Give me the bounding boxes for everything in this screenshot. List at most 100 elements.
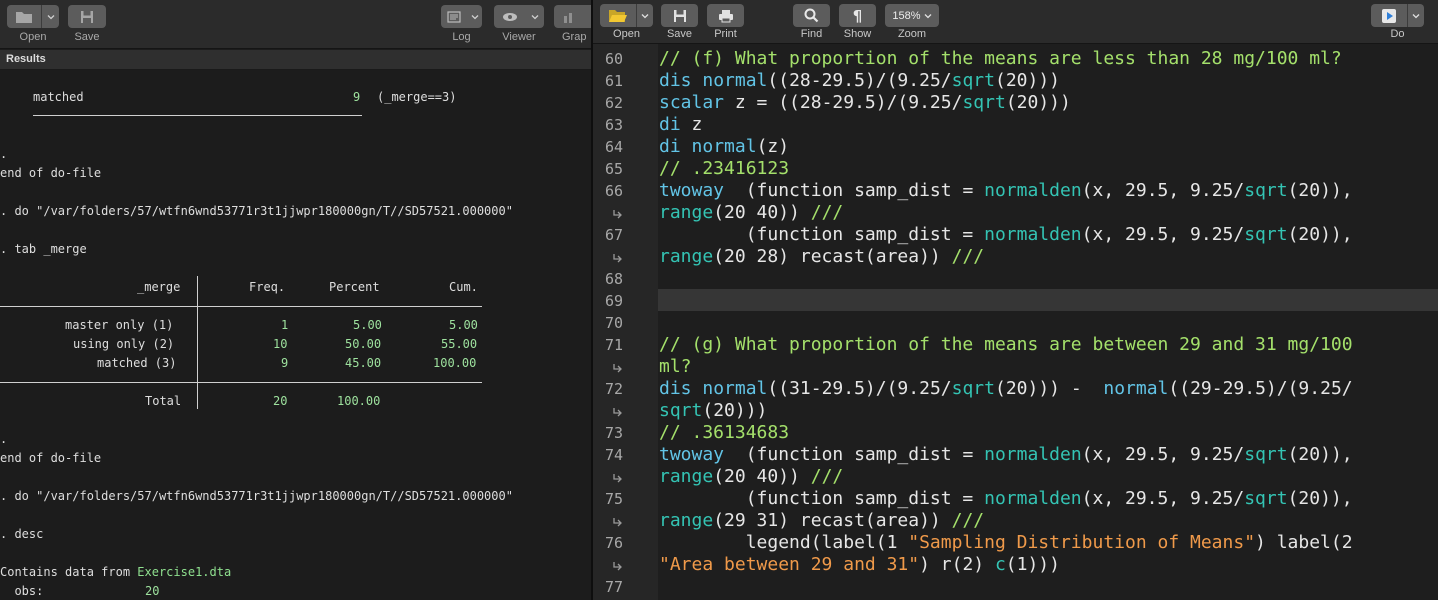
row-cum: 5.00: [449, 318, 478, 332]
line-number: 62: [604, 94, 623, 112]
row-freq: 1: [281, 318, 289, 332]
code-line[interactable]: twoway (function samp_dist = normalden(x…: [659, 444, 1353, 466]
code-line-wrap[interactable]: ml?: [659, 356, 692, 378]
zoom-value: 158%: [892, 9, 921, 22]
code-line-wrap[interactable]: "Area between 29 and 31") r(2) c(1))): [659, 554, 1060, 576]
open-button[interactable]: [7, 5, 59, 28]
output-dot: .: [0, 147, 8, 161]
bar-chart-icon: [554, 5, 584, 28]
code-line-wrap[interactable]: range(20 40)) ///: [659, 202, 843, 224]
line-number: 74: [604, 446, 623, 464]
run-dofile-icon: [1371, 4, 1407, 27]
viewer-button[interactable]: [494, 5, 544, 28]
floppy-disk-icon: [661, 4, 698, 27]
table-rule: [0, 306, 482, 307]
results-title: Results: [6, 53, 46, 65]
code-line[interactable]: dis normal((31-29.5)/(9.25/sqrt(20))) - …: [659, 378, 1353, 400]
do-command-line: . do "/var/folders/57/wtfn6wnd53771r3t1j…: [0, 489, 513, 503]
code-line[interactable]: (function samp_dist = normalden(x, 29.5,…: [659, 224, 1353, 246]
row-percent: 45.00: [345, 356, 382, 370]
editor-save-button[interactable]: [661, 4, 698, 27]
merge-matched-label: matched: [33, 90, 84, 104]
chevron-down-icon[interactable]: [467, 5, 482, 28]
line-number: 63: [604, 116, 623, 134]
find-button[interactable]: [793, 4, 830, 27]
line-number: 75: [604, 490, 623, 508]
end-of-dofile-text: end of do-file: [0, 451, 102, 465]
merge-matched-count: 9: [353, 90, 361, 104]
zoom-select[interactable]: 158%: [885, 4, 939, 27]
open-label: Open: [19, 31, 47, 43]
row-cum: 100.00: [433, 356, 477, 370]
code-line[interactable]: legend(label(1 "Sampling Distribution of…: [659, 532, 1353, 554]
dataset-file-link[interactable]: Exercise1.dta: [137, 565, 231, 579]
code-line[interactable]: twoway (function samp_dist = normalden(x…: [659, 180, 1353, 202]
editor-toolbar: Open Save Print Find ¶ Show 158% Zoom Do: [593, 0, 1438, 44]
editor-open-label: Open: [613, 28, 640, 40]
print-label: Print: [714, 28, 737, 40]
merge-matched-condition: (_merge==3): [377, 90, 457, 104]
code-line[interactable]: // (g) What proportion of the means are …: [659, 334, 1353, 356]
chevron-down-icon[interactable]: [1408, 4, 1424, 27]
log-button[interactable]: [441, 5, 482, 28]
line-number: 66: [604, 182, 623, 200]
line-number: 77: [604, 578, 623, 596]
line-number: 61: [604, 72, 623, 90]
contains-prefix: Contains data from: [0, 565, 138, 579]
row-label: using only (2): [73, 337, 175, 351]
line-wrap-icon: [613, 364, 622, 373]
row-freq: 10: [273, 337, 288, 351]
line-number: 69: [604, 292, 623, 310]
line-number: 70: [604, 314, 623, 332]
eye-icon: [494, 5, 526, 28]
log-label: Log: [452, 31, 471, 43]
obs-value: 20: [145, 584, 160, 598]
results-window: Open Save Log Viewer Grap Results matche…: [0, 0, 591, 600]
obs-label: obs:: [0, 584, 44, 598]
chevron-down-icon[interactable]: [526, 5, 544, 28]
search-icon: [793, 4, 830, 27]
do-button[interactable]: [1371, 4, 1424, 27]
table-header-freq: Freq.: [249, 280, 286, 294]
code-line-wrap[interactable]: range(29 31) recast(area)) ///: [659, 510, 984, 532]
do-label: Do: [1390, 28, 1405, 40]
graph-button[interactable]: [554, 5, 591, 28]
code-line[interactable]: di normal(z): [659, 136, 789, 158]
total-label: Total: [145, 394, 182, 408]
do-command-line: . do "/var/folders/57/wtfn6wnd53771r3t1j…: [0, 204, 513, 218]
current-line-highlight: [658, 289, 1438, 311]
line-wrap-icon: [613, 562, 622, 571]
row-percent: 5.00: [353, 318, 382, 332]
line-number: 71: [604, 336, 623, 354]
editor-open-button[interactable]: [600, 4, 653, 27]
row-label: matched (3): [97, 356, 177, 370]
code-line[interactable]: // .36134683: [659, 422, 789, 444]
code-line[interactable]: dis normal((28-29.5)/(9.25/sqrt(20))): [659, 70, 1060, 92]
chevron-down-icon[interactable]: [42, 5, 59, 28]
total-freq: 20: [273, 394, 288, 408]
results-pane-header: Results: [0, 50, 591, 70]
line-number: 64: [604, 138, 623, 156]
code-line-wrap[interactable]: range(20 40)) ///: [659, 466, 843, 488]
code-line[interactable]: // .23416123: [659, 158, 789, 180]
line-number: 72: [604, 380, 623, 398]
line-wrap-icon: [613, 210, 622, 219]
pilcrow-icon: ¶: [852, 6, 863, 25]
code-line-wrap[interactable]: sqrt(20))): [659, 400, 767, 422]
print-button[interactable]: [707, 4, 744, 27]
desc-command-line: . desc: [0, 527, 44, 541]
chevron-down-icon[interactable]: [637, 4, 653, 27]
printer-icon: [707, 4, 744, 27]
total-percent: 100.00: [337, 394, 381, 408]
code-line-wrap[interactable]: range(20 28) recast(area)) ///: [659, 246, 984, 268]
code-line[interactable]: scalar z = ((28-29.5)/(9.25/sqrt(20))): [659, 92, 1071, 114]
table-header-cum: Cum.: [449, 280, 478, 294]
save-button[interactable]: [68, 5, 106, 28]
line-wrap-icon: [613, 518, 622, 527]
code-line[interactable]: (function samp_dist = normalden(x, 29.5,…: [659, 488, 1353, 510]
show-button[interactable]: ¶: [839, 4, 876, 27]
code-line[interactable]: di z: [659, 114, 702, 136]
table-vertical-rule: [197, 276, 198, 409]
dofile-editor: Open Save Print Find ¶ Show 158% Zoom Do…: [593, 0, 1438, 600]
code-line[interactable]: // (f) What proportion of the means are …: [659, 48, 1342, 70]
